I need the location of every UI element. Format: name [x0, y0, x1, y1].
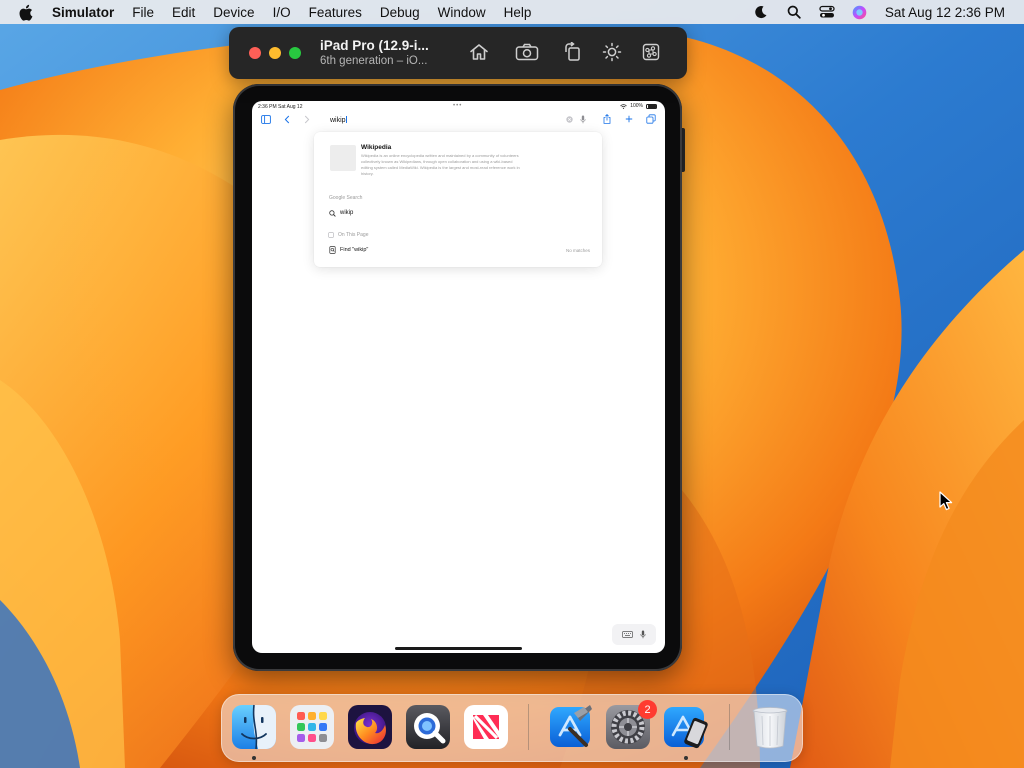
microphone-icon[interactable]	[578, 114, 588, 124]
ipad-screen[interactable]: 2:36 PM Sat Aug 12 ••• 100% wikip Wikipe…	[252, 101, 665, 653]
menu-io[interactable]: I/O	[273, 5, 291, 20]
siri-icon[interactable]	[851, 3, 869, 21]
google-suggestion-row[interactable]: wikip	[340, 210, 353, 216]
search-icon	[328, 209, 336, 217]
menu-app-simulator[interactable]: Simulator	[52, 5, 114, 20]
minimize-window-button[interactable]	[269, 47, 281, 59]
wifi-icon	[620, 103, 628, 109]
trash-icon[interactable]	[746, 703, 794, 751]
keyboard-shortcut-pill[interactable]	[612, 624, 656, 645]
launchpad-icon[interactable]	[288, 703, 336, 751]
simulator-icon[interactable]	[662, 703, 710, 751]
suggestion-description: Wikipedia is an online encyclopedia writ…	[361, 153, 519, 158]
google-search-header: Google Search	[329, 195, 363, 201]
home-icon[interactable]	[467, 41, 491, 63]
control-center-icon[interactable]	[818, 3, 836, 21]
battery-percent: 100%	[630, 103, 643, 109]
text-caret	[346, 116, 347, 123]
screenshot-icon[interactable]	[515, 41, 539, 63]
menu-edit[interactable]: Edit	[172, 5, 195, 20]
page-icon	[328, 231, 334, 239]
find-in-page-row[interactable]: Find "wikip"	[340, 247, 368, 253]
address-bar-text: wikip	[330, 117, 346, 124]
menu-features[interactable]: Features	[309, 5, 362, 20]
battery-icon	[646, 103, 657, 109]
home-indicator[interactable]	[395, 647, 522, 650]
microphone-icon[interactable]	[640, 630, 646, 639]
address-bar-input[interactable]: wikip	[330, 116, 347, 124]
apple-logo-icon[interactable]	[18, 3, 36, 21]
share-icon[interactable]	[602, 114, 612, 124]
menu-help[interactable]: Help	[504, 5, 532, 20]
clear-icon[interactable]	[564, 114, 574, 124]
mouse-cursor-icon	[939, 491, 953, 511]
maximize-window-button[interactable]	[289, 47, 301, 59]
close-window-button[interactable]	[249, 47, 261, 59]
notification-badge: 2	[638, 700, 657, 719]
simulator-device-subtitle: 6th generation – iO...	[320, 55, 428, 67]
suggestion-title[interactable]: Wikipedia	[361, 144, 391, 151]
search-icon[interactable]	[785, 3, 803, 21]
keyboard-icon[interactable]	[621, 630, 633, 639]
command-icon[interactable]	[639, 41, 663, 63]
ipad-status-right: 100%	[620, 103, 657, 109]
suggestion-description: editing system called MediaWiki. Wikiped…	[361, 165, 520, 170]
menu-file[interactable]: File	[132, 5, 154, 20]
menu-window[interactable]: Window	[438, 5, 486, 20]
moon-icon[interactable]	[752, 3, 770, 21]
xcode-icon[interactable]	[546, 703, 594, 751]
dock-separator	[729, 704, 730, 750]
menu-bar-clock[interactable]: Sat Aug 12 2:36 PM	[885, 5, 1005, 20]
suggestion-description: history.	[361, 171, 374, 176]
no-matches-label: No matches	[565, 248, 590, 253]
back-icon[interactable]	[282, 114, 292, 124]
find-in-page-icon	[328, 246, 336, 254]
rotate-icon[interactable]	[561, 41, 585, 63]
firefox-icon[interactable]	[346, 703, 394, 751]
running-indicator	[684, 756, 688, 760]
finder-icon[interactable]	[230, 703, 278, 751]
sidebar-toggle-icon[interactable]	[261, 114, 271, 124]
menu-bar: Simulator File Edit Device I/O Features …	[0, 0, 1024, 24]
running-indicator	[252, 756, 256, 760]
tabs-overview-icon[interactable]	[646, 114, 656, 124]
quicktime-player-icon[interactable]	[404, 703, 452, 751]
dock-separator	[528, 704, 529, 750]
search-suggestions-panel: Wikipedia Wikipedia is an online encyclo…	[314, 132, 602, 267]
forward-icon[interactable]	[302, 114, 312, 124]
new-tab-icon[interactable]	[624, 114, 634, 124]
wikipedia-thumbnail[interactable]	[330, 145, 356, 171]
multitasking-dots-icon[interactable]: •••	[453, 103, 462, 109]
appearance-icon[interactable]	[600, 41, 624, 63]
news-icon[interactable]	[462, 703, 510, 751]
menu-device[interactable]: Device	[213, 5, 254, 20]
simulator-device-title: iPad Pro (12.9-i...	[320, 38, 429, 53]
suggestion-description: collectively known as Wikipedians, throu…	[361, 159, 513, 164]
ipad-status-time: 2:36 PM Sat Aug 12	[258, 104, 303, 110]
menu-debug[interactable]: Debug	[380, 5, 420, 20]
on-this-page-header: On This Page	[338, 232, 369, 238]
